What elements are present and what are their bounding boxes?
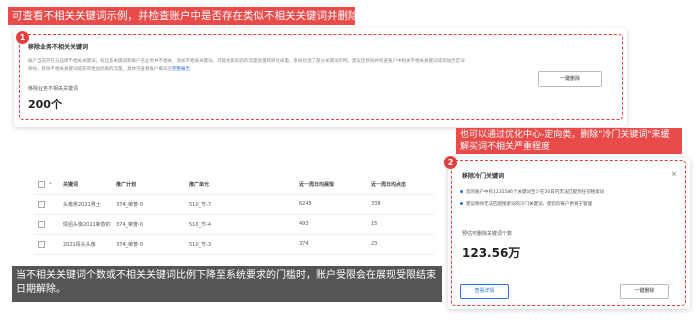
delete-all-button[interactable]: 一键删除 — [538, 71, 602, 87]
cell-keyword: 头像男2021男士 — [63, 202, 101, 208]
bullet-item: 建议移除无法匹配搜索词的冷门关键词，使您的账户更易于管理 — [460, 201, 592, 207]
chevron-down-icon[interactable]: ⌄ — [48, 179, 53, 186]
cell-impressions: 493 — [299, 221, 309, 227]
cell-unit: 510_节-4 — [189, 222, 212, 228]
header-keyword: 关键词 — [63, 182, 79, 188]
description-text: 移除。移除不相关关键词能获得更加优质的流量。具体可查看账户概况页 — [28, 67, 172, 72]
cell-impressions: 6245 — [299, 201, 312, 207]
cell-impressions: 374 — [299, 241, 309, 247]
cell-clicks: 23 — [371, 241, 378, 247]
estimate-label: 预估可删除关键词个数 — [462, 231, 513, 237]
bullet-text: 建议移除无法匹配搜索词的冷门关键词，使您的账户更易于管理 — [466, 202, 592, 207]
card-description-2: 移除。移除不相关关键词能获得更加优质的流量。具体可查看账户概况页完整报告 — [28, 66, 190, 72]
card-title: 移除业务不相关关键词 — [28, 44, 89, 51]
bullet-item: 您的账户中有1235586个关键词至少在30日内无法匹配到任何搜索词 — [460, 189, 604, 195]
header-unit: 推广单元 — [189, 182, 210, 188]
bullet-icon — [460, 202, 463, 205]
header-plan: 推广计划 — [116, 182, 137, 188]
bullet-icon — [460, 190, 463, 193]
cell-plan: 374_荣誉-0 — [116, 202, 144, 208]
top-banner: 可查看不相关关键词示例，并检查账户中是否存在类似不相关关键词并删除 — [8, 7, 355, 25]
cell-plan: 374_荣誉-0 — [116, 222, 144, 228]
card-title: 移除冷门关键词 — [462, 173, 505, 180]
cell-unit: 510_节-7 — [189, 202, 212, 208]
estimate-value: 123.56万 — [462, 246, 521, 260]
right-banner: 也可以通过优化中心-定向类，删除"冷门关键词"来缓解买词不相关严重程度 — [456, 128, 682, 154]
step-badge-2: 2 — [444, 156, 457, 169]
remove-cold-keywords-card: 2 移除冷门关键词 × 您的账户中有1235586个关键词至少在30日内无法匹配… — [444, 156, 690, 309]
caption-note: 当不相关关键词个数或不相关关键词比例下降至系统要求的门槛时，账户受限会在展现受限… — [12, 266, 442, 302]
keyword-table: ⌄ 关键词 推广计划 推广单元 近一周日均展现 近一周日均点击 头像男2021男… — [34, 175, 434, 255]
cell-plan: 374_荣誉-0 — [116, 242, 144, 248]
header-impressions: 近一周日均展现 — [299, 182, 335, 188]
keyword-count: 200个 — [28, 98, 62, 111]
row-checkbox[interactable] — [38, 241, 45, 248]
row-checkbox[interactable] — [38, 201, 45, 208]
count-label: 移除业务不相关关键词 — [28, 86, 79, 92]
header-clicks: 近一周日均点击 — [371, 182, 407, 188]
highlight-frame — [19, 34, 623, 120]
cell-unit: 510_节-3 — [189, 242, 212, 248]
cell-clicks: 338 — [371, 201, 381, 207]
select-all-checkbox[interactable] — [38, 181, 45, 188]
table-header: ⌄ 关键词 推广计划 推广单元 近一周日均展现 近一周日均点击 — [34, 175, 434, 195]
close-icon[interactable]: × — [671, 170, 677, 178]
delete-all-button[interactable]: 一键删除 — [620, 284, 669, 299]
table-row: 情侣头像2021新款的 374_荣誉-0 510_节-4 493 15 — [34, 215, 434, 235]
table-row: 2021情头头像 374_荣誉-0 510_节-3 374 23 — [34, 235, 434, 255]
card-description: 账户当前存在与品牌不相关关键词，有些多关键词和账户名业务并不相关，添加不相关关键… — [28, 59, 465, 64]
cell-keyword: 情侣头像2021新款的 — [63, 222, 111, 228]
remove-irrelevant-keywords-card: 1 移除业务不相关关键词 账户当前存在与品牌不相关关键词，有些多关键词和账户名业… — [14, 28, 627, 127]
bullet-text: 您的账户中有1235586个关键词至少在30日内无法匹配到任何搜索词 — [466, 190, 605, 195]
view-details-button[interactable]: 查看详情 — [460, 284, 509, 299]
report-link[interactable]: 完整报告 — [172, 67, 190, 72]
row-checkbox[interactable] — [38, 221, 45, 228]
table-row: 头像男2021男士 374_荣誉-0 510_节-7 6245 338 — [34, 195, 434, 215]
cell-clicks: 15 — [371, 221, 378, 227]
cell-keyword: 2021情头头像 — [63, 242, 96, 248]
